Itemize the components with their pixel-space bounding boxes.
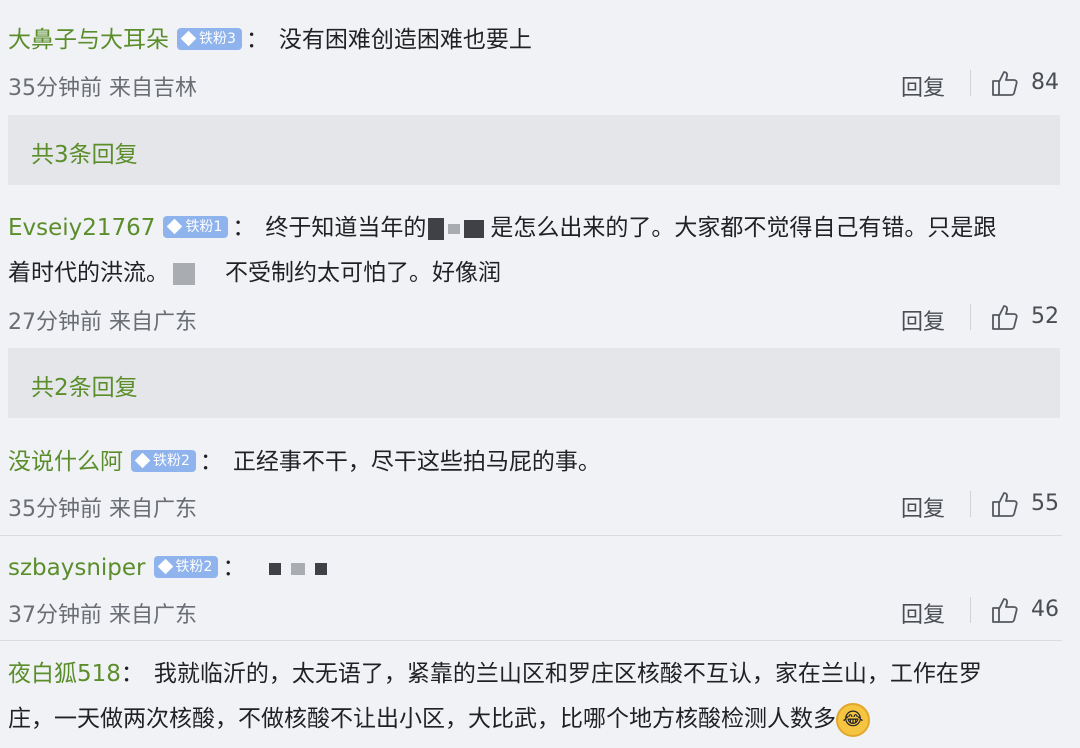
- comment-text: 我就临沂的，太无语了，紧靠的兰山区和罗庄区核酸不互认，家在兰山，工作在罗: [153, 661, 982, 687]
- username[interactable]: 大鼻子与大耳朵: [8, 27, 169, 53]
- redacted-block: [464, 219, 485, 238]
- fan-badge[interactable]: 铁粉3: [177, 28, 242, 50]
- reply-thread-bar[interactable]: 共2条回复: [8, 348, 1060, 418]
- thumbs-up-icon[interactable]: [990, 302, 1020, 332]
- comment-5: 夜白狐518： 我就临沂的，太无语了，紧靠的兰山区和罗庄区核酸不互认，家在兰山，工…: [8, 652, 982, 696]
- reply-thread-bar[interactable]: 共3条回复: [8, 115, 1060, 185]
- timestamp: 27分钟前: [8, 310, 102, 335]
- comment-2: Evseiy21767 铁粉1： 终于知道当年的 是怎么出来的了。大家都不觉得自己有错…: [8, 206, 996, 250]
- comment-meta: 37分钟前 来自广东: [8, 597, 197, 629]
- comment-1: 大鼻子与大耳朵 铁粉3： 没有困难创造困难也要上: [8, 18, 532, 62]
- thumbs-up-icon[interactable]: [990, 489, 1020, 519]
- laughing-crying-emoji: 😂: [836, 702, 870, 737]
- diamond-icon: [167, 218, 183, 235]
- redacted-block: [448, 223, 461, 234]
- username[interactable]: szbaysniper: [8, 555, 146, 581]
- timestamp: 35分钟前: [8, 497, 102, 522]
- comment-separator: [0, 535, 1062, 536]
- location: 来自吉林: [109, 76, 198, 101]
- fan-badge[interactable]: 铁粉1: [163, 216, 229, 238]
- colon: ：: [222, 555, 246, 581]
- comment-text: 是怎么出来的了。大家都不觉得自己有错。只是跟: [490, 215, 997, 241]
- comment-text: 正经事不干，尽干这些拍马屁的事。: [232, 449, 601, 475]
- comment-text: 着时代的洪流。: [8, 260, 169, 286]
- divider: [970, 597, 971, 623]
- location: 来自广东: [109, 310, 198, 335]
- reply-count-link[interactable]: 共3条回复: [31, 135, 138, 169]
- reply-button[interactable]: 回复: [901, 70, 945, 102]
- colon: ：: [245, 27, 269, 53]
- comment-text: 庄，一天做两次核酸，不做核酸不让出小区，大比武，比哪个地方核酸检测人数多: [8, 706, 836, 732]
- timestamp: 35分钟前: [8, 76, 102, 101]
- colon: ：: [232, 215, 256, 241]
- location: 来自广东: [109, 497, 198, 522]
- colon: ：: [120, 661, 144, 687]
- username[interactable]: 夜白狐518: [8, 661, 121, 687]
- like-count: 46: [1031, 597, 1059, 622]
- comment-text: 没有困难创造困难也要上: [278, 27, 532, 53]
- divider: [970, 304, 971, 330]
- like-count: 55: [1031, 491, 1059, 516]
- reply-count-link[interactable]: 共2条回复: [31, 368, 138, 402]
- reply-button[interactable]: 回复: [901, 491, 945, 523]
- diamond-icon: [134, 452, 151, 469]
- comment-meta: 27分钟前 来自广东: [8, 304, 197, 336]
- redacted-block: [173, 262, 195, 285]
- comment-separator: [0, 640, 1062, 641]
- comment-3: 没说什么阿 铁粉2： 正经事不干，尽干这些拍马屁的事。: [8, 440, 601, 484]
- divider: [970, 70, 971, 96]
- redacted-block: [315, 562, 328, 575]
- colon: ：: [199, 449, 223, 475]
- username[interactable]: Evseiy21767: [8, 215, 155, 241]
- thumbs-up-icon[interactable]: [990, 68, 1020, 98]
- comment-text: 不受制约太可怕了。好像润: [225, 260, 501, 286]
- diamond-icon: [180, 30, 197, 47]
- timestamp: 37分钟前: [8, 603, 102, 628]
- location: 来自广东: [109, 603, 198, 628]
- redacted-block: [269, 562, 282, 575]
- redacted-block: [291, 562, 306, 575]
- reply-button[interactable]: 回复: [901, 304, 945, 336]
- comment-meta: 35分钟前 来自吉林: [8, 70, 197, 102]
- redacted-block: [428, 217, 445, 240]
- username[interactable]: 没说什么阿: [8, 449, 123, 475]
- fan-badge[interactable]: 铁粉2: [153, 556, 219, 578]
- comment-text: 终于知道当年的: [265, 215, 427, 241]
- divider: [970, 491, 971, 517]
- like-count: 84: [1031, 70, 1059, 95]
- reply-button[interactable]: 回复: [901, 597, 945, 629]
- diamond-icon: [157, 558, 173, 575]
- comment-5-line2: 庄，一天做两次核酸，不做核酸不让出小区，大比武，比哪个地方核酸检测人数多 😂: [8, 697, 870, 741]
- comment-meta: 35分钟前 来自广东: [8, 491, 197, 523]
- comment-4: szbaysniper 铁粉2：: [8, 546, 328, 590]
- comment-2-line2: 着时代的洪流。 不受制约太可怕了。好像润: [8, 251, 501, 295]
- thumbs-up-icon[interactable]: [990, 595, 1020, 625]
- like-count: 52: [1031, 304, 1059, 329]
- fan-badge[interactable]: 铁粉2: [131, 450, 196, 472]
